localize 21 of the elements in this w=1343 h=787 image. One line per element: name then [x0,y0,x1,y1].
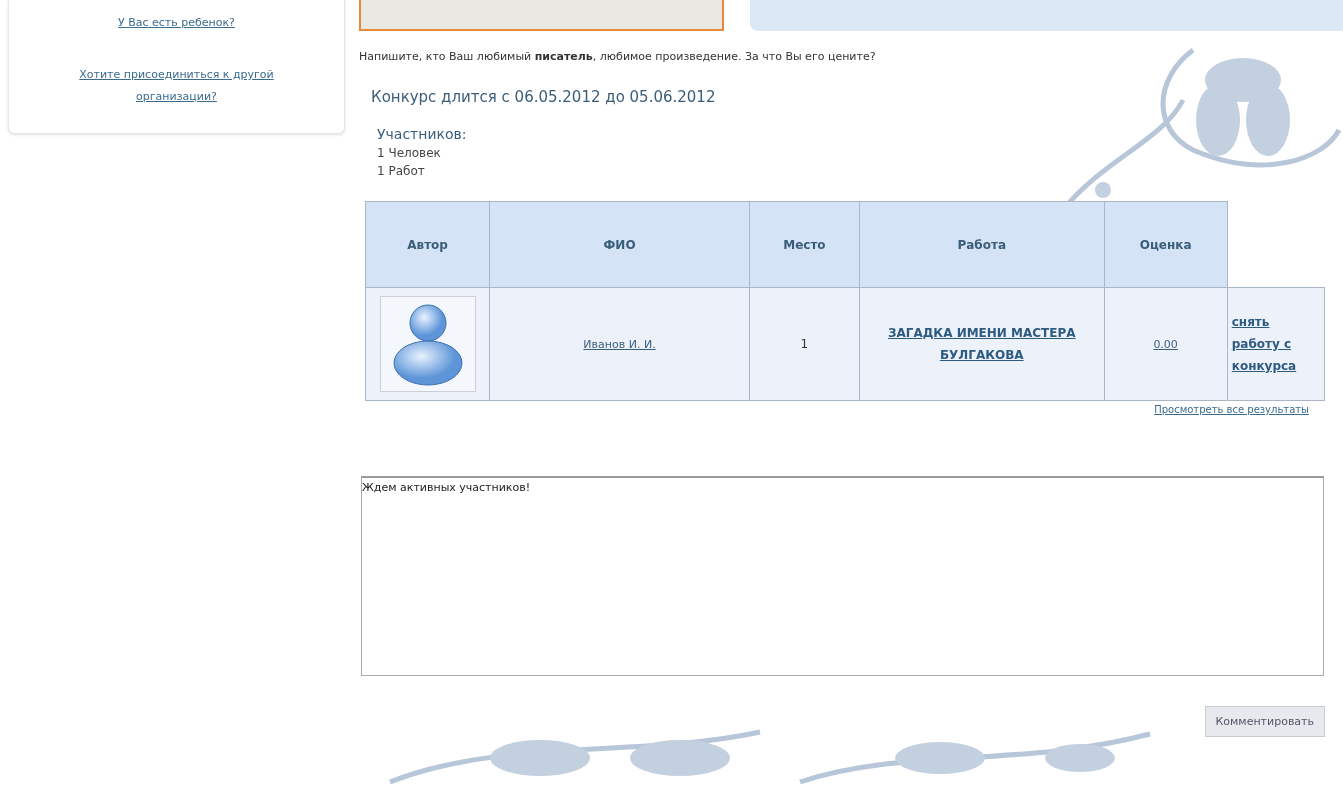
work-link[interactable]: ЗАГАДКА ИМЕНИ МАСТЕРА БУЛГАКОВА [861,322,1103,366]
contest-dates: Конкурс длится с 06.05.2012 до 05.06.2012 [371,88,717,106]
table-cell: 1 [749,287,860,401]
column-header: Место [749,201,860,288]
participants-count: 1 Работ [377,164,426,178]
column-header: ФИО [489,201,750,288]
all-results-link[interactable]: Просмотреть все результаты [1154,404,1309,415]
sidebar-link[interactable]: У Вас есть ребенок? [61,12,292,34]
column-header: Работа [859,201,1104,288]
participants-title: Участников: [377,126,468,142]
participants-count: 1 Человек [377,146,442,160]
contest-prompt: Напишите, кто Ваш любимый писатель, любимое произведение. За что Вы его цените? [359,50,877,63]
author-link[interactable]: Иванов И. И. [583,338,656,351]
comment-button[interactable]: Комментировать [1204,706,1325,737]
comment-field[interactable]: Ждем активных участников! [361,476,1324,676]
score-link[interactable]: 0.00 [1153,338,1178,351]
remove-work-link[interactable]: снять работу с конкурса [1231,311,1320,377]
column-header: Оценка [1104,201,1228,288]
sidebar-link[interactable]: Хотите присоединиться к другой организации? [61,64,292,108]
avatar-icon [379,296,476,392]
column-header: Автор [365,201,490,288]
